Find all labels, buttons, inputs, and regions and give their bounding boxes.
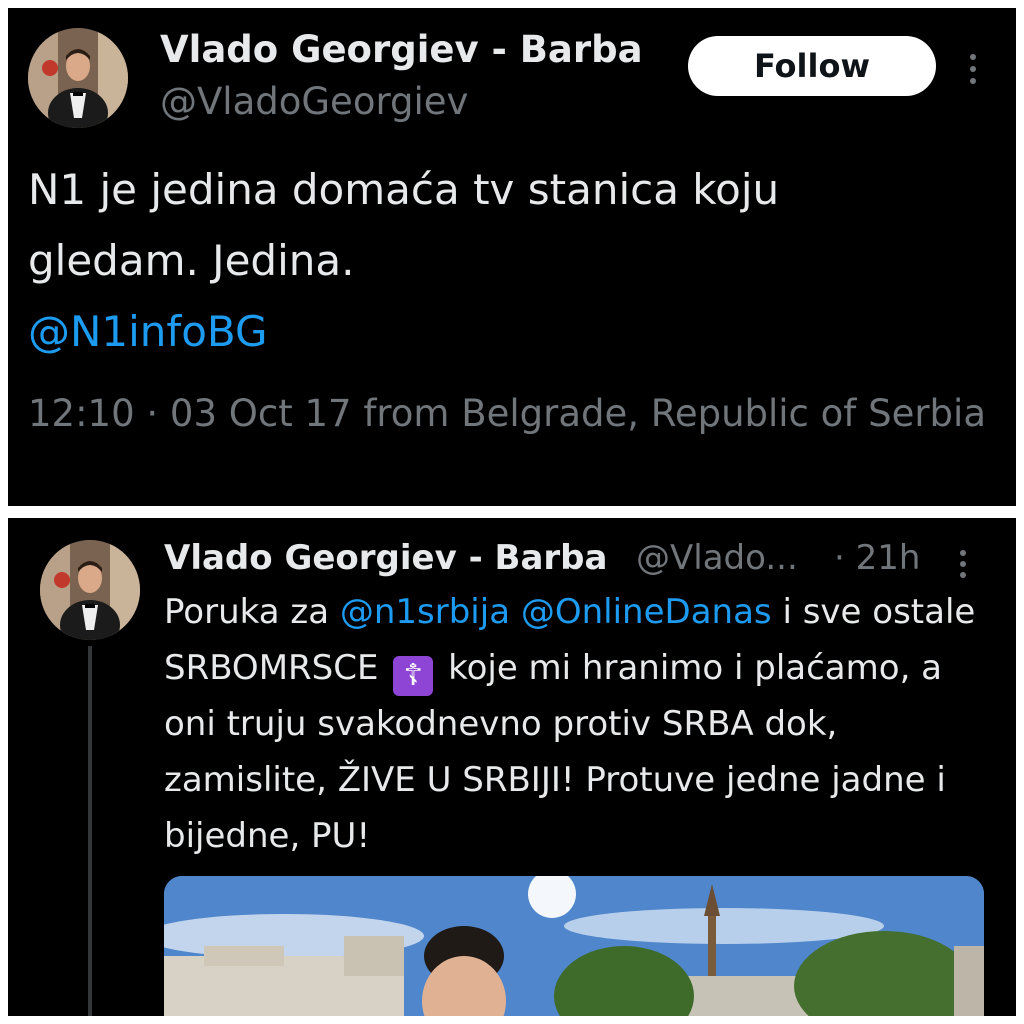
city-photo-icon	[164, 876, 984, 1016]
tweet-text-line: gledam. Jedina.	[28, 236, 355, 285]
mention-link[interactable]: @OnlineDanas	[521, 592, 772, 632]
tweet-text: Poruka za @n1srbija @OnlineDanas i sve o…	[164, 584, 1004, 864]
tweet-text-line: N1 je jedina domaća tv stanica koju	[28, 165, 780, 214]
thread-line	[88, 646, 92, 1016]
avatar-photo-icon	[28, 28, 128, 128]
display-name[interactable]: Vlado Georgiev - Barba	[164, 538, 607, 578]
user-handle[interactable]: @VladoGeorgiev	[160, 80, 468, 123]
tweet-meta: 12:10 · 03 Oct 17 from Belgrade, Republi…	[28, 392, 986, 435]
tweet-text: N1 je jedina domaća tv stanica koju gled…	[28, 154, 998, 367]
tweet-text-segment: Poruka za	[164, 592, 340, 632]
top-tweet-panel: Vlado Georgiev - Barba @VladoGeorgiev Fo…	[8, 8, 1016, 506]
tweet-media-image[interactable]	[164, 876, 984, 1016]
follow-button[interactable]: Follow	[688, 36, 936, 96]
tweet-time[interactable]: · 21h	[834, 538, 920, 578]
display-name[interactable]: Vlado Georgiev - Barba	[160, 28, 643, 71]
bottom-tweet-panel: Vlado Georgiev - Barba @Vlado... · 21h P…	[8, 518, 1016, 1016]
mention-link[interactable]: @N1infoBG	[28, 296, 998, 367]
avatar-photo-icon	[40, 540, 140, 640]
more-options-icon[interactable]	[970, 54, 976, 84]
mention-link[interactable]: @n1srbija	[340, 592, 510, 632]
tweet-text-segment	[510, 592, 521, 632]
orthodox-cross-icon: ☦	[393, 656, 434, 696]
more-options-icon[interactable]	[960, 550, 966, 578]
user-handle[interactable]: @Vlado...	[636, 538, 798, 578]
avatar[interactable]	[40, 540, 140, 640]
avatar[interactable]	[28, 28, 128, 128]
